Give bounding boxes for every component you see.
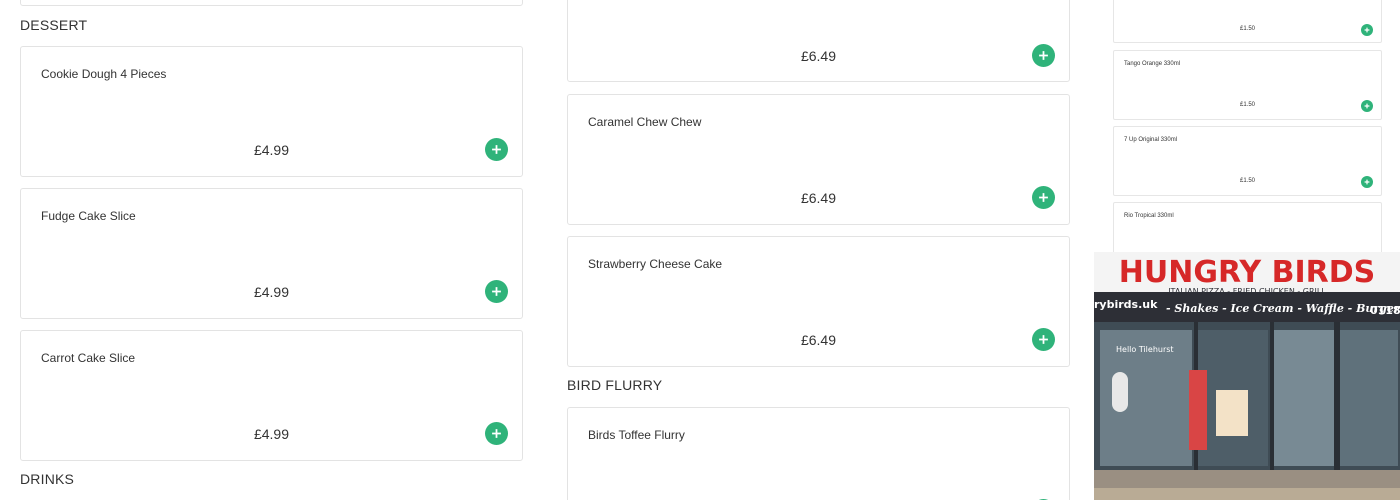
drink-item-price: £1.50 bbox=[1239, 178, 1255, 184]
menu-item-card[interactable]: Fudge Cake Slice £4.99 bbox=[20, 188, 523, 319]
brand-sign: HUNGRY BIRDS bbox=[1119, 255, 1375, 290]
plus-icon bbox=[1039, 51, 1048, 60]
drink-item-card[interactable]: 7 Up Original 330ml £1.50 bbox=[1113, 126, 1382, 196]
add-to-cart-button[interactable] bbox=[485, 280, 508, 303]
website-text: rybirds.uk bbox=[1094, 298, 1158, 311]
brand-tagline: ITALIAN PIZZA - FRIED CHICKEN - GRILL bbox=[1168, 287, 1326, 296]
drink-item-name: Tango Orange 330ml bbox=[1124, 61, 1181, 67]
add-to-cart-button[interactable] bbox=[1032, 44, 1055, 67]
storefront-photo: HUNGRY BIRDS ITALIAN PIZZA - FRIED CHICK… bbox=[1094, 252, 1400, 500]
section-title-dessert: DESSERT bbox=[20, 17, 88, 33]
add-to-cart-button[interactable] bbox=[485, 422, 508, 445]
menu-item-price: £4.99 bbox=[253, 426, 290, 442]
menu-item-price: £4.99 bbox=[253, 284, 290, 300]
plus-icon bbox=[492, 287, 501, 296]
menu-item-card[interactable]: Strawberry Cheese Cake £6.49 bbox=[567, 236, 1070, 367]
plus-icon bbox=[1039, 193, 1048, 202]
menu-item-card[interactable]: Carrot Cake Slice £4.99 bbox=[20, 330, 523, 461]
menu-item-price: £6.49 bbox=[800, 190, 837, 206]
plus-icon bbox=[1364, 179, 1370, 185]
phone-text: 01189 bbox=[1370, 304, 1400, 317]
window-greeting: Hello Tilehurst bbox=[1116, 345, 1174, 354]
add-to-cart-button[interactable] bbox=[1032, 328, 1055, 351]
drink-item-price: £1.50 bbox=[1239, 26, 1255, 32]
add-to-cart-button[interactable] bbox=[1361, 176, 1373, 188]
menu-item-card[interactable]: Birds Toffee Flurry bbox=[567, 407, 1070, 500]
menu-item-name: Cookie Dough 4 Pieces bbox=[41, 67, 167, 81]
drink-item-name: Rio Tropical 330ml bbox=[1124, 213, 1174, 219]
menu-item-price: £6.49 bbox=[800, 48, 837, 64]
drink-item-card[interactable]: Tango Orange 330ml £1.50 bbox=[1113, 50, 1382, 120]
menu-item-name: Birds Toffee Flurry bbox=[588, 428, 685, 442]
plus-icon bbox=[492, 145, 501, 154]
add-to-cart-button[interactable] bbox=[1361, 100, 1373, 112]
plus-icon bbox=[1364, 27, 1370, 33]
menu-item-name: Strawberry Cheese Cake bbox=[588, 257, 723, 271]
menu-item-name: Caramel Chew Chew bbox=[588, 115, 702, 129]
section-title-drinks: DRINKS bbox=[20, 471, 75, 487]
menu-item-card[interactable]: £6.49 bbox=[567, 0, 1070, 82]
drink-item-name: 7 Up Original 330ml bbox=[1124, 137, 1178, 143]
add-to-cart-button[interactable] bbox=[1361, 24, 1373, 36]
add-to-cart-button[interactable] bbox=[485, 138, 508, 161]
menu-item-price: £6.49 bbox=[800, 332, 837, 348]
plus-icon bbox=[1364, 103, 1370, 109]
add-to-cart-button[interactable] bbox=[1032, 186, 1055, 209]
drink-item-price: £1.50 bbox=[1239, 102, 1255, 108]
drink-item-card[interactable]: £1.50 bbox=[1113, 0, 1382, 43]
menu-item-card[interactable]: Cookie Dough 4 Pieces £4.99 bbox=[20, 46, 523, 177]
plus-icon bbox=[492, 429, 501, 438]
plus-icon bbox=[1039, 335, 1048, 344]
menu-item-price: £4.99 bbox=[253, 142, 290, 158]
section-title-bird-flurry: BIRD FLURRY bbox=[567, 377, 663, 393]
menu-item-name: Fudge Cake Slice bbox=[41, 209, 136, 223]
top-card-edge bbox=[20, 0, 523, 6]
services-text: - Shakes - Ice Cream - Waffle - Burgers … bbox=[1166, 302, 1400, 315]
storefront-illustration: HUNGRY BIRDS ITALIAN PIZZA - FRIED CHICK… bbox=[1094, 252, 1400, 500]
menu-item-card[interactable]: Caramel Chew Chew £6.49 bbox=[567, 94, 1070, 225]
menu-item-name: Carrot Cake Slice bbox=[41, 351, 136, 365]
